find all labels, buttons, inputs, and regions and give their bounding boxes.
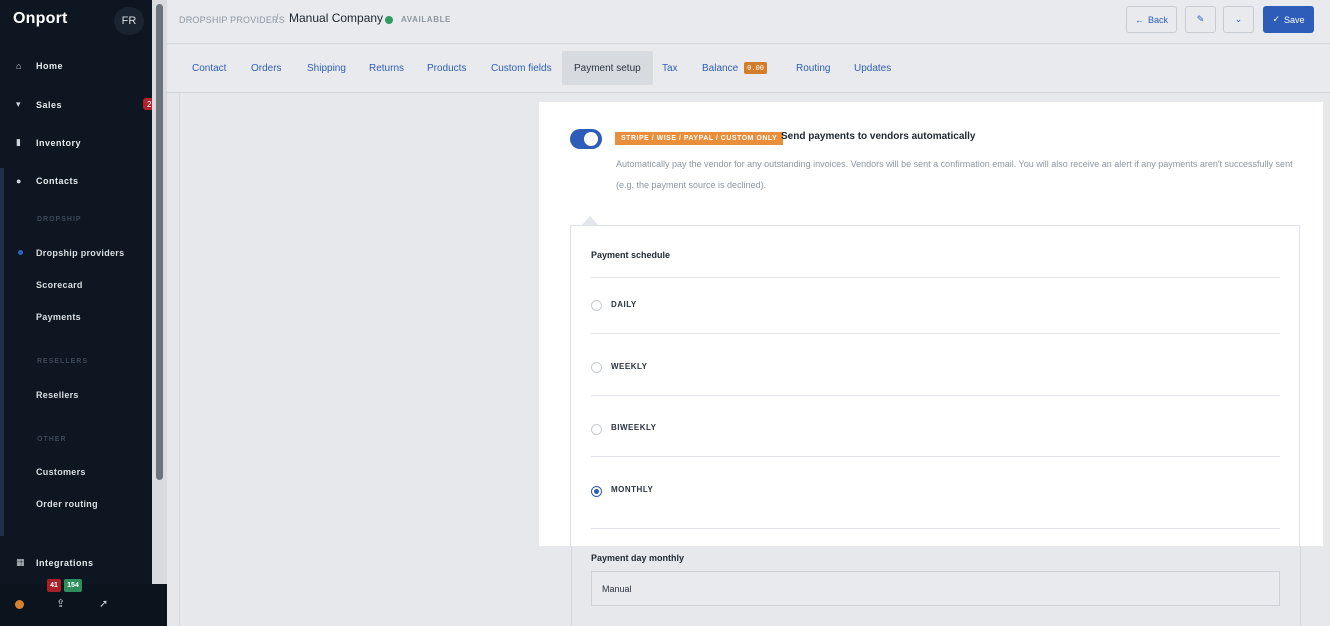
save-label: Save [1284,14,1305,25]
status-dot [385,16,393,24]
bookmark-icon: ▮ [16,137,22,147]
active-indicator [18,250,23,255]
pointer-arrow [582,216,598,225]
tab-routing[interactable]: Routing [784,51,842,85]
sidebar-item-label: Inventory [36,137,82,148]
auto-payment-title: Send payments to vendors automatically [781,131,976,142]
tab-products[interactable]: Products [415,51,478,85]
status-dot-icon[interactable] [15,600,24,609]
provider-tag: STRIPE / WISE / PAYPAL / CUSTOM ONLY [615,132,784,145]
sidebar-item-customers[interactable]: Customers [36,467,86,477]
tab-balance[interactable]: Balance 0.00 [690,51,779,85]
tab-shipping[interactable]: Shipping [295,51,358,85]
contacts-active-band [0,168,4,536]
sidebar-item-label: Integrations [36,557,94,568]
status-badge: AVAILABLE [401,15,451,24]
divider [591,395,1280,396]
balance-badge: 0.00 [744,62,767,74]
divider [591,528,1280,529]
sidebar-item-label: Contacts [36,176,79,186]
more-button[interactable]: ⌄ [1223,6,1254,33]
sidebar-item-order-routing[interactable]: Order routing [36,499,98,509]
tab-custom-fields[interactable]: Custom fields [479,51,564,85]
tab-payment-setup[interactable]: Payment setup [562,51,653,85]
radio-monthly[interactable] [591,486,602,497]
sidebar-scrollbar[interactable] [152,0,167,584]
tab-updates[interactable]: Updates [842,51,903,85]
sidebar-item-payments[interactable]: Payments [36,312,81,322]
payment-schedule-title: Payment schedule [591,250,671,260]
sales-badge: 2 [143,98,152,110]
pencil-icon: ✎ [1196,14,1205,24]
upload-icon[interactable]: ⇪ [56,597,65,610]
sidebar: Onport FR ⌂ Home ▾ Sales 2 ▮ Inventory ●… [0,0,152,584]
section-resellers: RESELLERS [37,358,89,365]
check-icon: ✓ [1272,14,1281,24]
sidebar-item-dropship-providers[interactable]: Dropship providers [36,248,124,258]
sidebar-item-sales[interactable]: ▾ Sales [16,99,62,110]
payment-setup-card: STRIPE / WISE / PAYPAL / CUSTOM ONLY Sen… [539,102,1323,546]
sidebar-item-scorecard[interactable]: Scorecard [36,280,83,290]
grid-icon: ▦ [16,557,26,567]
tab-returns[interactable]: Returns [357,51,416,85]
count-badge-green: 154 [64,579,82,592]
payment-schedule-panel: Payment schedule DAILY WEEKLY BIWEEKLY M… [570,225,1300,546]
payment-day-label: Payment day monthly [591,553,685,563]
breadcrumb-separator: / [275,11,279,26]
divider [591,277,1280,278]
sidebar-item-home[interactable]: ⌂ Home [16,61,63,71]
chevron-down-icon: ⌄ [1234,14,1243,24]
page-title: Manual Company [289,11,384,25]
radio-label-weekly[interactable]: WEEKLY [611,362,648,371]
radio-label-biweekly[interactable]: BIWEEKLY [611,423,657,432]
cart-icon: ▾ [16,99,22,109]
radio-biweekly[interactable] [591,424,602,435]
breadcrumb[interactable]: DROPSHIP PROVIDERS [179,15,285,25]
sidebar-item-resellers[interactable]: Resellers [36,390,79,400]
back-label: Back [1147,14,1168,25]
radio-label-daily[interactable]: DAILY [611,300,637,309]
edit-button[interactable]: ✎ [1185,6,1216,33]
section-dropship: DROPSHIP [37,216,82,223]
radio-daily[interactable] [591,300,602,311]
tab-tax[interactable]: Tax [650,51,690,85]
tab-orders[interactable]: Orders [239,51,294,85]
auto-payment-description: Automatically pay the vendor for any out… [616,159,1293,190]
sidebar-item-contacts[interactable]: ● Contacts [16,176,79,186]
toggle-knob [584,132,598,146]
sidebar-item-label: Sales [36,99,63,110]
brand-logo: Onport [13,10,68,27]
tab-balance-label: Balance [702,62,739,74]
sidebar-footer [0,584,167,626]
rocket-icon[interactable]: ➚ [99,597,108,610]
divider [591,333,1280,334]
auto-payment-toggle[interactable] [570,129,602,149]
arrow-left-icon: ← [1134,14,1144,25]
save-button[interactable]: ✓ Save [1263,6,1314,33]
payment-day-select[interactable]: Manual [591,571,1280,606]
scrollbar-thumb[interactable] [156,4,163,480]
user-icon: ● [16,176,22,186]
sidebar-item-integrations[interactable]: ▦ Integrations [16,557,94,568]
language-switcher[interactable]: FR [114,7,144,35]
back-button[interactable]: ← Back [1126,6,1177,33]
tab-contact[interactable]: Contact [180,51,238,85]
divider [591,456,1280,457]
sidebar-item-label: Home [36,61,64,71]
top-bar: DROPSHIP PROVIDERS / Manual Company AVAI… [167,0,1330,44]
section-other: OTHER [37,436,67,443]
tab-bar: Contact Orders Shipping Returns Products… [167,45,1330,93]
count-badge-red: 41 [47,579,61,592]
radio-weekly[interactable] [591,362,602,373]
sidebar-item-inventory[interactable]: ▮ Inventory [16,137,81,148]
home-icon: ⌂ [16,61,22,71]
radio-label-monthly[interactable]: MONTHLY [611,485,653,494]
